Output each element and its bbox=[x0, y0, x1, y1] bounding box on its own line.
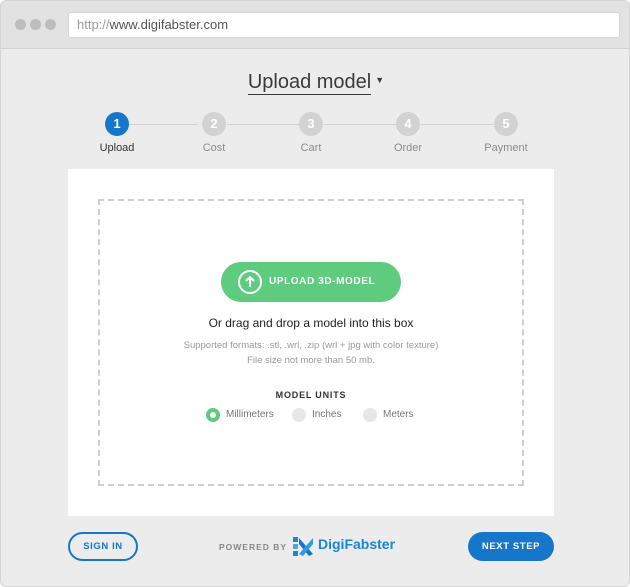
radio-label: Meters bbox=[383, 409, 414, 420]
radio-unselected-icon bbox=[292, 408, 306, 422]
radio-label: Inches bbox=[312, 409, 342, 420]
page-title-dropdown[interactable]: Upload model bbox=[247, 71, 372, 95]
upload-panel: UPLOAD 3D-MODEL Or drag and drop a model… bbox=[68, 169, 554, 516]
step-label: Cart bbox=[300, 142, 322, 154]
chevron-down-icon[interactable]: ▼ bbox=[375, 75, 384, 85]
browser-window: http://www.digifabster.com Upload model ▼… bbox=[0, 0, 630, 587]
supported-formats: Supported formats: .stl, .wrl, .zip (wrl… bbox=[100, 338, 522, 368]
url-protocol: http:// bbox=[77, 17, 110, 32]
drag-drop-text: Or drag and drop a model into this box bbox=[208, 316, 414, 330]
step-label: Payment bbox=[484, 142, 528, 154]
step-number: 3 bbox=[299, 112, 323, 136]
sign-in-button[interactable]: SIGN IN bbox=[68, 532, 138, 561]
browser-toolbar: http://www.digifabster.com bbox=[1, 1, 629, 49]
address-bar[interactable]: http://www.digifabster.com bbox=[68, 12, 620, 38]
step-order[interactable]: 4 Order bbox=[373, 112, 443, 154]
step-label: Cost bbox=[202, 142, 226, 154]
window-minimize-dot[interactable] bbox=[30, 19, 41, 30]
radio-selected-icon bbox=[206, 408, 220, 422]
step-number: 1 bbox=[105, 112, 129, 136]
step-cart[interactable]: 3 Cart bbox=[276, 112, 346, 154]
step-number: 5 bbox=[494, 112, 518, 136]
upload-button-label: UPLOAD 3D-MODEL bbox=[269, 276, 376, 287]
page-title: Upload model bbox=[247, 71, 372, 93]
file-size-line: File size not more than 50 mb. bbox=[247, 355, 375, 366]
step-number: 2 bbox=[202, 112, 226, 136]
next-step-button[interactable]: NEXT STEP bbox=[468, 532, 554, 561]
upload-3d-model-button[interactable]: UPLOAD 3D-MODEL bbox=[221, 262, 401, 302]
model-units-radio-group: Millimeters Inches Meters bbox=[100, 407, 522, 423]
file-dropzone[interactable]: UPLOAD 3D-MODEL Or drag and drop a model… bbox=[98, 199, 524, 486]
brand-name: DigiFabster bbox=[318, 536, 396, 552]
window-maximize-dot[interactable] bbox=[45, 19, 56, 30]
formats-line: Supported formats: .stl, .wrl, .zip (wrl… bbox=[183, 340, 439, 351]
upload-arrow-icon bbox=[238, 270, 262, 294]
radio-unselected-icon bbox=[363, 408, 377, 422]
step-cost[interactable]: 2 Cost bbox=[179, 112, 249, 154]
url-host: www.digifabster.com bbox=[109, 17, 229, 32]
model-units-title: MODEL UNITS bbox=[275, 390, 347, 400]
powered-by-label: POWERED BY bbox=[219, 542, 288, 552]
progress-steps: 1 Upload 2 Cost 3 Cart 4 Order 5 Payment bbox=[1, 112, 629, 157]
step-payment[interactable]: 5 Payment bbox=[471, 112, 541, 154]
step-label: Order bbox=[393, 142, 423, 154]
radio-label: Millimeters bbox=[226, 409, 274, 420]
digifabster-logo-icon bbox=[292, 535, 314, 557]
step-upload[interactable]: 1 Upload bbox=[82, 112, 152, 154]
window-close-dot[interactable] bbox=[15, 19, 26, 30]
step-label: Upload bbox=[99, 142, 135, 154]
page-title-wrap: Upload model ▼ bbox=[1, 71, 629, 95]
step-number: 4 bbox=[396, 112, 420, 136]
